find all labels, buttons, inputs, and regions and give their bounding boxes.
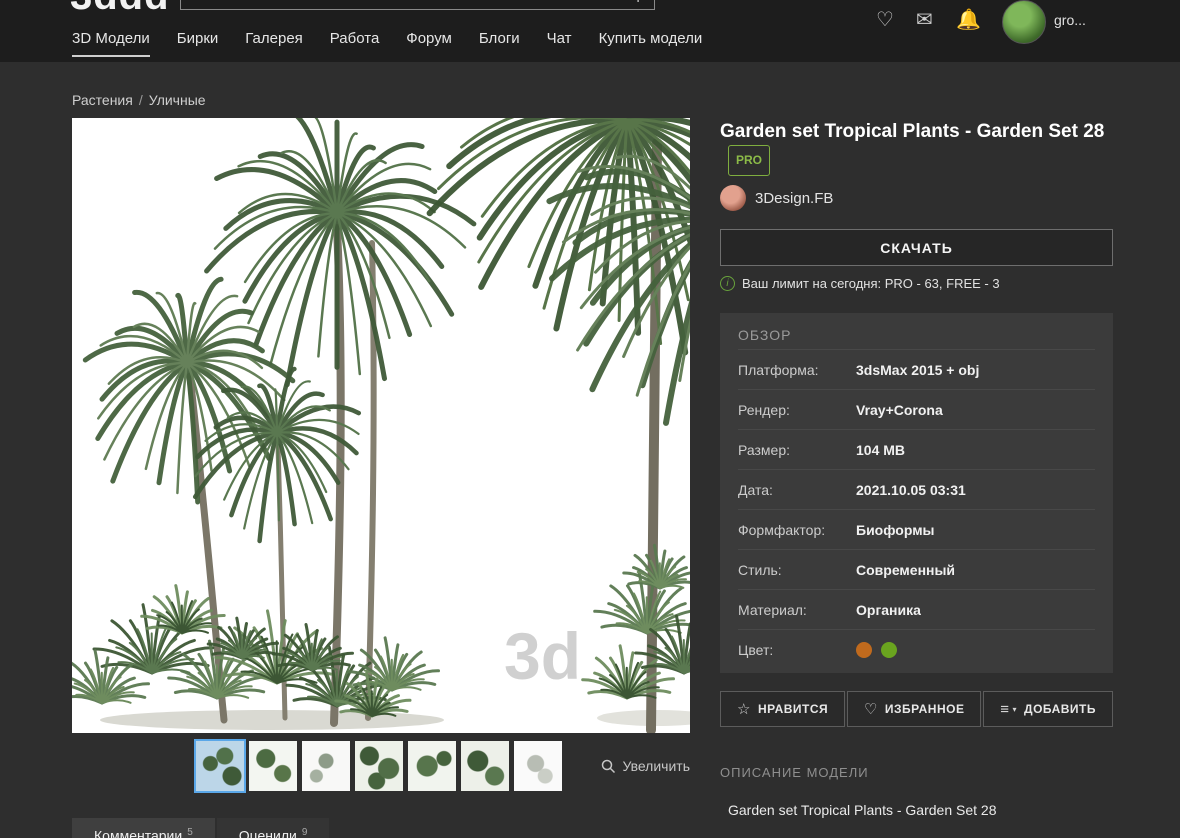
color-swatch-green [881, 641, 897, 658]
like-label: НРАВИТСЯ [757, 702, 829, 716]
product-image[interactable]: 3d [72, 118, 690, 733]
action-buttons: ☆ НРАВИТСЯ ♡ ИЗБРАННОЕ ≡ ▾ ДОБАВИТЬ [720, 691, 1113, 727]
site-header: 3ddd ⚲ ♡ ✉ 🔔 gro... 3D Модели Бирки Гале… [0, 0, 1180, 62]
author-row: 3Design.FB [720, 185, 1113, 211]
nav-chat[interactable]: Чат [547, 30, 572, 57]
description-text: Garden set Tropical Plants - Garden Set … [728, 802, 997, 818]
tab-ratings-count: 9 [301, 827, 308, 838]
tab-comments[interactable]: Комментарии 5 [72, 818, 215, 838]
thumbnail-5[interactable] [408, 741, 456, 791]
spec-label: Стиль: [738, 561, 782, 578]
notifications-icon[interactable]: 🔔 [956, 7, 981, 32]
zoom-link[interactable]: Увеличить [601, 758, 690, 774]
list-icon: ≡ [1000, 700, 1010, 718]
thumbnail-6[interactable] [461, 741, 509, 791]
spec-label: Материал: [738, 601, 807, 618]
favorites-icon[interactable]: ♡ [876, 7, 894, 32]
thumbnail-row: Увеличить [72, 739, 690, 793]
nav-blogs[interactable]: Блоги [479, 30, 520, 57]
palm-trees-illustration [72, 118, 690, 733]
description-title: ОПИСАНИЕ МОДЕЛИ [720, 765, 869, 780]
download-button[interactable]: СКАЧАТЬ [720, 229, 1113, 266]
color-swatch-orange [856, 641, 872, 658]
detail-tabs: Комментарии 5 Оценили 9 [72, 818, 690, 838]
nav-gallery[interactable]: Галерея [245, 30, 303, 57]
magnifier-icon [602, 759, 616, 773]
thumbnail-1[interactable] [194, 739, 246, 793]
spec-row-color: Цвет: [738, 629, 1095, 669]
spec-value: Vray+Corona [856, 401, 943, 418]
spec-label: Рендер: [738, 401, 790, 418]
favorite-button[interactable]: ♡ ИЗБРАННОЕ [846, 691, 982, 727]
favorite-label: ИЗБРАННОЕ [884, 702, 965, 716]
color-swatches [856, 641, 897, 658]
overview-title: ОБЗОР [738, 327, 792, 343]
spec-row-size: Размер: 104 MB [738, 429, 1095, 469]
spec-label: Размер: [738, 441, 791, 458]
messages-icon[interactable]: ✉ [916, 7, 933, 32]
spec-value: 3dsMax 2015 + obj [856, 361, 980, 378]
nav-tags[interactable]: Бирки [177, 30, 219, 57]
spec-row-style: Стиль: Современный [738, 549, 1095, 589]
download-limit: i Ваш лимит на сегодня: PRO - 63, FREE -… [720, 276, 1113, 291]
spec-label: Дата: [738, 481, 773, 498]
spec-row-material: Материал: Органика [738, 589, 1095, 629]
author-name[interactable]: 3Design.FB [755, 190, 833, 207]
spec-row-formfactor: Формфактор: Биоформы [738, 509, 1095, 549]
pro-badge: PRO [728, 145, 771, 176]
spec-label: Формфактор: [738, 521, 826, 538]
spec-label: Платформа: [738, 361, 819, 378]
tab-ratings-label: Оценили [238, 827, 297, 838]
details-column: Garden set Tropical Plants - Garden Set … [720, 118, 1113, 838]
add-label: ДОБАВИТЬ [1024, 702, 1096, 716]
username[interactable]: gro... [1054, 12, 1086, 28]
breadcrumb-separator: / [138, 92, 143, 108]
spec-value: 2021.10.05 03:31 [856, 481, 966, 498]
spec-row-platform: Платформа: 3dsMax 2015 + obj [738, 349, 1095, 389]
site-logo[interactable]: 3ddd [70, 0, 170, 19]
tab-ratings[interactable]: Оценили 9 [216, 818, 330, 838]
product-title-text: Garden set Tropical Plants - Garden Set … [720, 121, 1105, 142]
overview-panel: ОБЗОР Платформа: 3dsMax 2015 + obj Ренде… [720, 313, 1113, 673]
heart-icon: ♡ [863, 701, 878, 718]
like-button[interactable]: ☆ НРАВИТСЯ [720, 691, 846, 727]
nav-work[interactable]: Работа [330, 30, 380, 57]
breadcrumb-category[interactable]: Растения [72, 92, 133, 108]
breadcrumb-subcategory[interactable]: Уличные [149, 92, 206, 108]
spec-row-render: Рендер: Vray+Corona [738, 389, 1095, 429]
spec-value: Биоформы [856, 521, 935, 538]
tab-comments-label: Комментарии [94, 827, 183, 838]
nav-buy-models[interactable]: Купить модели [599, 30, 703, 57]
info-icon: i [720, 276, 735, 291]
spec-value: 104 MB [856, 441, 906, 458]
add-to-collection-button[interactable]: ≡ ▾ ДОБАВИТЬ [983, 691, 1113, 727]
author-avatar[interactable] [720, 185, 746, 211]
user-avatar[interactable] [1002, 0, 1046, 44]
search-icon[interactable]: ⚲ [632, 0, 644, 5]
spec-row-date: Дата: 2021.10.05 03:31 [738, 469, 1095, 509]
nav-3d-models[interactable]: 3D Модели [72, 30, 150, 57]
product-title: Garden set Tropical Plants - Garden Set … [720, 118, 1113, 176]
thumbnail-7[interactable] [514, 741, 562, 791]
spec-value: Органика [856, 601, 921, 618]
spec-label: Цвет: [738, 641, 774, 658]
thumbnail-3[interactable] [302, 741, 350, 791]
thumbnail-2[interactable] [249, 741, 297, 791]
main-nav: 3D Модели Бирки Галерея Работа Форум Бло… [72, 30, 702, 57]
page-content: Растения / Уличные 3d Увеличить Коммента… [0, 92, 1180, 838]
nav-forum[interactable]: Форум [406, 30, 452, 57]
star-icon: ☆ [737, 701, 751, 718]
chevron-down-icon: ▾ [1012, 704, 1018, 714]
breadcrumb: Растения / Уличные [72, 92, 1180, 108]
zoom-label: Увеличить [622, 758, 690, 774]
limit-text: Ваш лимит на сегодня: PRO - 63, FREE - 3 [742, 276, 1000, 291]
spec-value: Современный [856, 561, 956, 578]
search-box: ⚲ [180, 0, 655, 10]
thumbnail-4[interactable] [355, 741, 403, 791]
thumbnail-strip [194, 739, 562, 793]
viewer-column: 3d Увеличить Комментарии 5 Оценили 9 [72, 118, 690, 838]
search-input[interactable] [181, 0, 654, 9]
tab-comments-count: 5 [187, 827, 193, 838]
